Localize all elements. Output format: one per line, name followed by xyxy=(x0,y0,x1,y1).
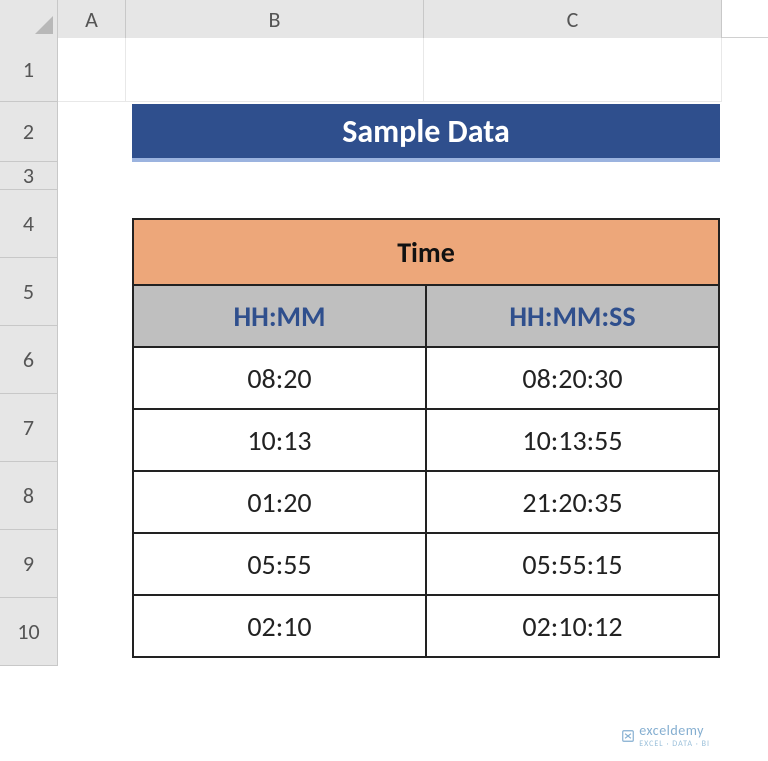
cell-c9[interactable]: 05:55:15 xyxy=(426,533,719,595)
spreadsheet-viewport: A B C 1 2 3 4 5 6 7 8 9 10 Sample Data T… xyxy=(0,0,768,761)
cell-a1[interactable] xyxy=(58,38,126,102)
time-header-label: Time xyxy=(397,235,455,270)
row-header-9[interactable]: 9 xyxy=(0,530,58,598)
row-header-7[interactable]: 7 xyxy=(0,394,58,462)
table-row: 01:20 21:20:35 xyxy=(133,471,719,533)
table-row: 02:10 02:10:12 xyxy=(133,595,719,657)
cell-b7[interactable]: 10:13 xyxy=(133,409,426,471)
row-header-10[interactable]: 10 xyxy=(0,598,58,666)
row-header-8[interactable]: 8 xyxy=(0,462,58,530)
watermark: exceldemy EXCEL · DATA · BI xyxy=(621,722,710,749)
row-header-1[interactable]: 1 xyxy=(0,38,58,102)
column-header-c[interactable]: C xyxy=(424,0,722,38)
cell-c1[interactable] xyxy=(424,38,722,102)
cell-b6[interactable]: 08:20 xyxy=(133,347,426,409)
row-header-2[interactable]: 2 xyxy=(0,102,58,162)
cell-b9[interactable]: 05:55 xyxy=(133,533,426,595)
column-header-b[interactable]: B xyxy=(126,0,424,38)
cell-c10[interactable]: 02:10:12 xyxy=(426,595,719,657)
cell-c6[interactable]: 08:20:30 xyxy=(426,347,719,409)
column-header-a[interactable]: A xyxy=(58,0,126,38)
row-header-3[interactable]: 3 xyxy=(0,162,58,190)
column-header-row: A B C xyxy=(0,0,768,38)
table-row: 10:13 10:13:55 xyxy=(133,409,719,471)
watermark-brand: exceldemy xyxy=(639,722,704,739)
table-row: 05:55 05:55:15 xyxy=(133,533,719,595)
time-header-cell[interactable]: Time xyxy=(133,219,719,285)
hhmmss-header-cell[interactable]: HH:MM:SS xyxy=(426,285,719,347)
select-all-corner[interactable] xyxy=(0,0,58,38)
row-header-6[interactable]: 6 xyxy=(0,326,58,394)
cell-c7[interactable]: 10:13:55 xyxy=(426,409,719,471)
hhmmss-header-label: HH:MM:SS xyxy=(509,299,635,334)
row-header-4[interactable]: 4 xyxy=(0,190,58,258)
cell-b1[interactable] xyxy=(126,38,424,102)
hhmm-header-cell[interactable]: HH:MM xyxy=(133,285,426,347)
cell-b10[interactable]: 02:10 xyxy=(133,595,426,657)
cell-c8[interactable]: 21:20:35 xyxy=(426,471,719,533)
title-text: Sample Data xyxy=(342,112,510,151)
select-all-triangle-icon xyxy=(35,16,53,34)
time-table: Time HH:MM HH:MM:SS 08:20 08:20:30 10:13… xyxy=(132,218,720,658)
cells-area[interactable] xyxy=(58,38,768,102)
row-header-column: 1 2 3 4 5 6 7 8 9 10 xyxy=(0,38,58,666)
table-row: 08:20 08:20:30 xyxy=(133,347,719,409)
cell-b8[interactable]: 01:20 xyxy=(133,471,426,533)
title-banner[interactable]: Sample Data xyxy=(132,104,720,162)
watermark-tagline: EXCEL · DATA · BI xyxy=(639,739,710,749)
logo-icon xyxy=(621,729,635,743)
row-header-5[interactable]: 5 xyxy=(0,258,58,326)
hhmm-header-label: HH:MM xyxy=(234,299,326,334)
